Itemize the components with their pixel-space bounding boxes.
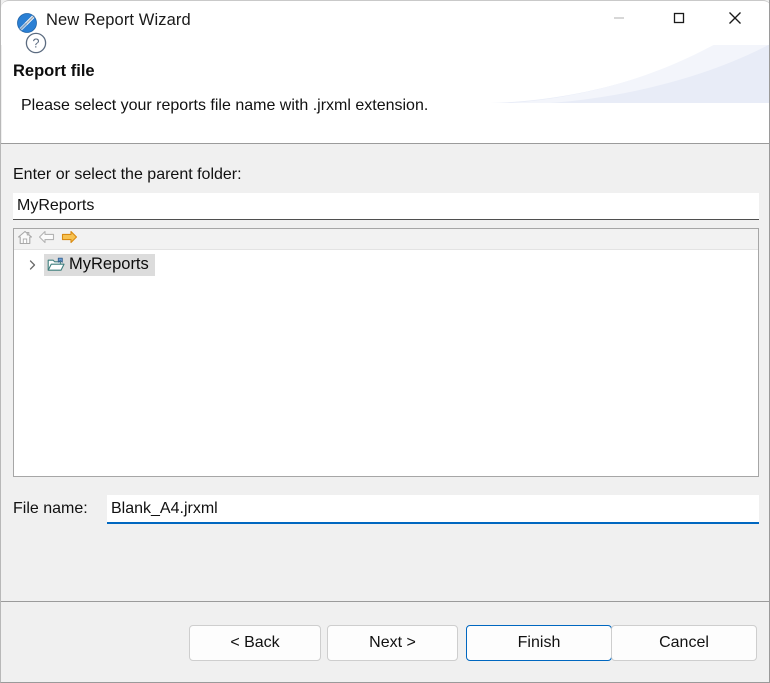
wizard-body: Enter or select the parent folder: [2,145,770,602]
forward-button[interactable] [60,231,78,248]
file-name-input[interactable] [107,495,759,524]
home-icon [17,230,33,250]
next-button-footer[interactable]: Next > [327,625,458,661]
window-title: New Report Wizard [46,11,191,30]
parent-folder-input[interactable] [13,193,759,220]
cancel-button[interactable]: Cancel [611,625,757,661]
finish-button[interactable]: Finish [466,625,612,661]
back-button[interactable] [37,231,55,248]
help-button[interactable]: ? [24,31,48,55]
chevron-right-icon[interactable] [23,259,42,271]
new-report-wizard-dialog: New Report Wizard [0,0,770,683]
tree-toolbar [14,229,758,250]
back-button-footer[interactable]: < Back [189,625,321,661]
help-question-icon: ? [24,31,48,55]
minimize-icon [611,10,627,31]
tree-item-myreports[interactable]: MyReports [44,254,155,276]
back-arrow-icon [38,230,55,249]
tree-item-label: MyReports [69,255,149,274]
file-name-label: File name: [13,500,88,518]
open-folder-icon [47,257,65,273]
home-button[interactable] [16,231,34,248]
header-divider [1,143,770,144]
forward-arrow-icon [61,230,78,249]
close-button[interactable] [712,1,758,39]
maximize-button[interactable] [656,1,702,39]
close-icon [726,9,744,32]
svg-text:?: ? [33,37,40,51]
page-description: Please select your reports file name wit… [21,97,428,115]
header-decoration [490,45,770,103]
folder-tree-panel[interactable]: MyReports [13,228,759,477]
maximize-icon [671,10,687,31]
page-title: Report file [13,62,95,81]
minimize-button[interactable] [596,1,642,39]
tree-row[interactable]: MyReports [14,253,155,276]
wizard-header: Report file Please select your reports f… [2,45,770,144]
title-bar: New Report Wizard [1,0,770,45]
parent-folder-label: Enter or select the parent folder: [13,166,242,184]
